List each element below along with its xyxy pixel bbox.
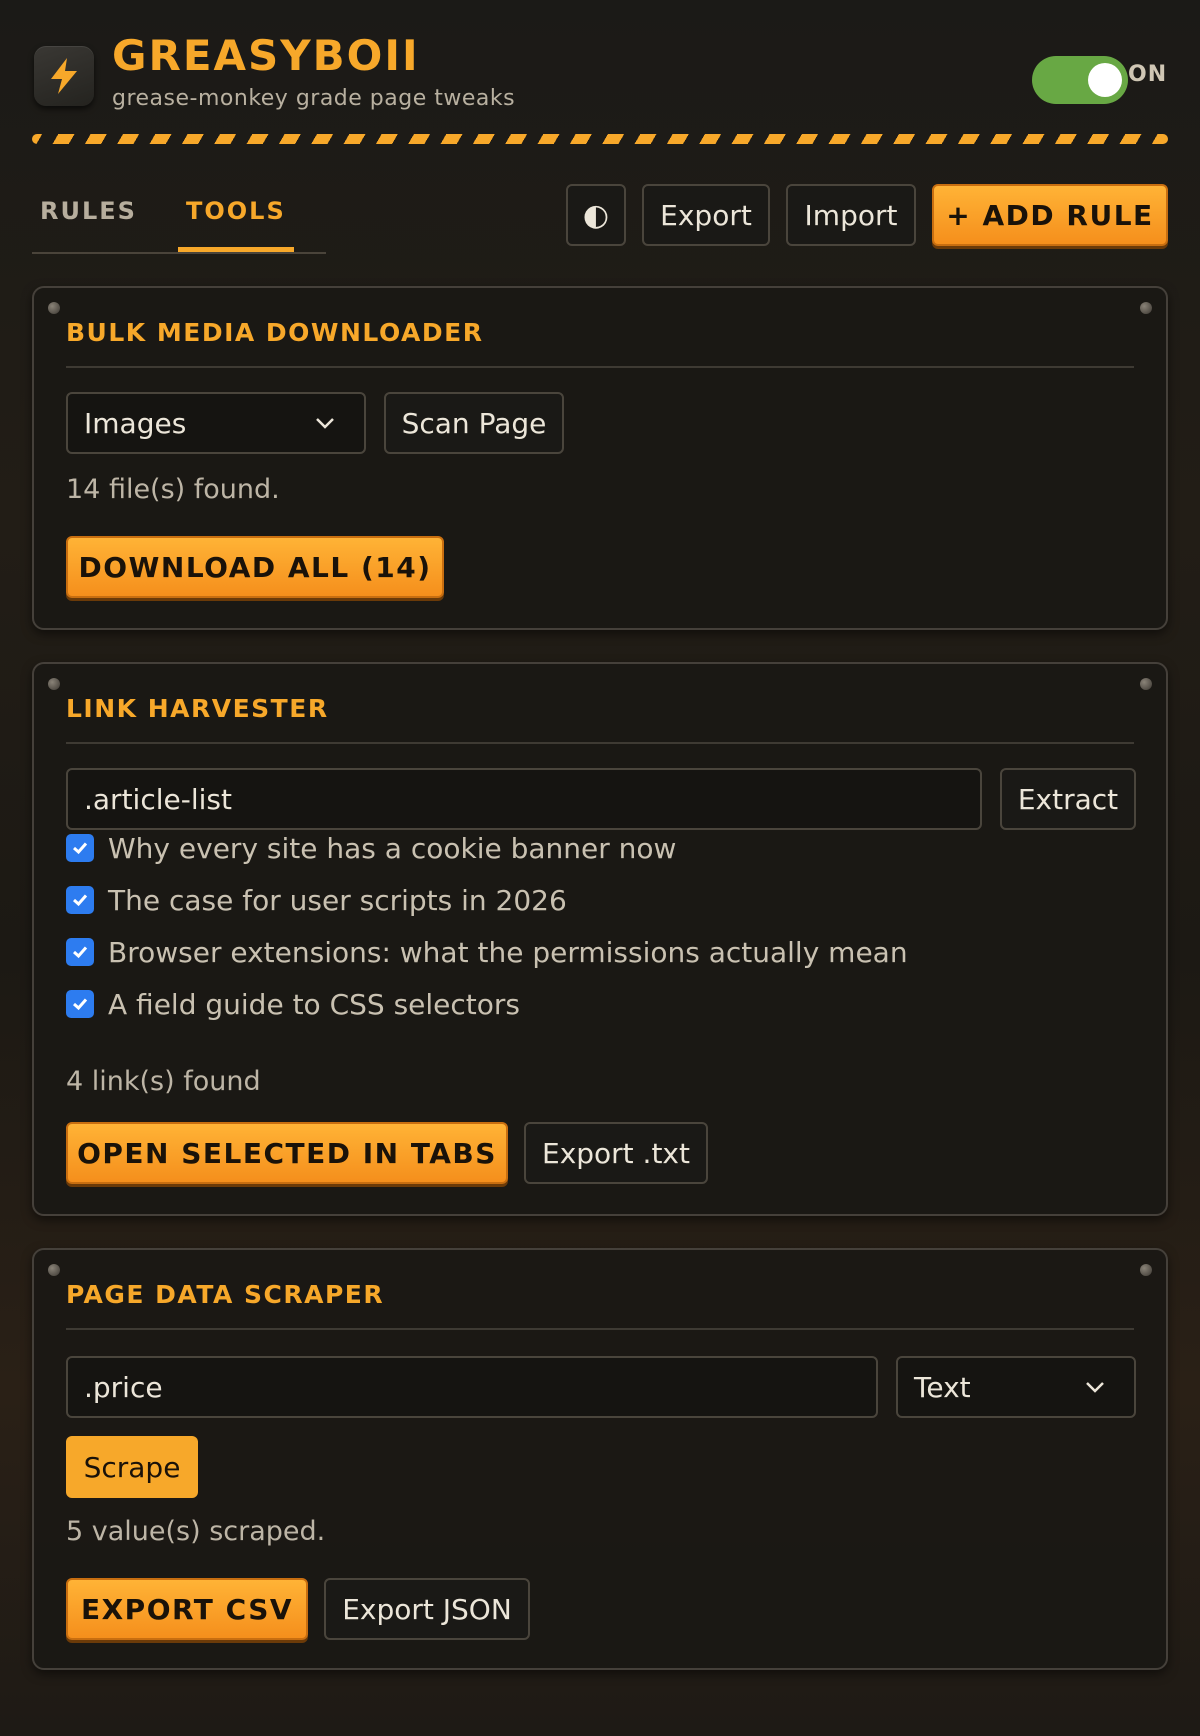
link-harvester-panel: LINK HARVESTER .article-list Extract Why…	[32, 662, 1168, 1216]
page-data-scraper-panel: PAGE DATA SCRAPER .price Text Scrape 5 v…	[32, 1248, 1168, 1670]
app-title: GREASYBOII	[112, 31, 420, 80]
download-all-button[interactable]: DOWNLOAD ALL (14)	[66, 536, 444, 598]
tab-tools[interactable]: TOOLS	[178, 194, 294, 252]
toggle-label: ON	[1128, 62, 1168, 87]
values-scraped-status: 5 value(s) scraped.	[66, 1516, 326, 1547]
scrape-mode-value: Text	[914, 1370, 971, 1404]
checkmark-icon	[73, 842, 88, 855]
rivet	[1140, 302, 1152, 314]
panel-title: LINK HARVESTER	[66, 694, 329, 723]
scan-page-button[interactable]: Scan Page	[384, 392, 564, 454]
link-item[interactable]: Browser extensions: what the permissions…	[66, 932, 908, 972]
link-label: Why every site has a cookie banner now	[108, 831, 677, 865]
media-type-value: Images	[84, 406, 187, 440]
link-item[interactable]: A field guide to CSS selectors	[66, 984, 520, 1024]
scrape-selector-input[interactable]: .price	[66, 1356, 878, 1418]
lightning-bolt-icon	[34, 46, 94, 106]
bulk-media-panel: BULK MEDIA DOWNLOADER Images Scan Page 1…	[32, 286, 1168, 630]
master-toggle[interactable]	[1032, 56, 1128, 104]
scrape-mode-select[interactable]: Text	[896, 1356, 1136, 1418]
panel-title: PAGE DATA SCRAPER	[66, 1280, 385, 1309]
rivet	[1140, 1264, 1152, 1276]
extract-button[interactable]: Extract	[1000, 768, 1136, 830]
app-header: GREASYBOII grease-monkey grade page twea…	[0, 0, 1200, 135]
selector-input[interactable]: .article-list	[66, 768, 982, 830]
add-rule-button[interactable]: + ADD RULE	[932, 184, 1168, 246]
scrape-selector-value: .price	[84, 1370, 163, 1404]
checkmark-icon	[73, 946, 88, 959]
export-txt-button[interactable]: Export .txt	[524, 1122, 708, 1184]
checkbox[interactable]	[66, 886, 94, 914]
hazard-stripe-divider	[32, 134, 1168, 144]
panel-divider	[66, 1328, 1134, 1330]
rivet	[48, 302, 60, 314]
panel-title: BULK MEDIA DOWNLOADER	[66, 318, 484, 347]
link-item[interactable]: The case for user scripts in 2026	[66, 880, 567, 920]
panel-divider	[66, 366, 1134, 368]
checkbox[interactable]	[66, 990, 94, 1018]
media-type-select[interactable]: Images	[66, 392, 366, 454]
link-item[interactable]: Why every site has a cookie banner now	[66, 828, 676, 868]
link-label: The case for user scripts in 2026	[108, 883, 567, 917]
checkbox[interactable]	[66, 834, 94, 862]
toggle-knob	[1088, 63, 1122, 97]
rivet	[1140, 678, 1152, 690]
chevron-down-icon	[1086, 1382, 1104, 1393]
link-label: A field guide to CSS selectors	[108, 987, 521, 1021]
app-subtitle: grease-monkey grade page tweaks	[112, 86, 516, 111]
open-selected-tabs-button[interactable]: OPEN SELECTED IN TABS	[66, 1122, 508, 1184]
theme-toggle-button[interactable]: ◐	[566, 184, 626, 246]
rivet	[48, 678, 60, 690]
tab-bar: RULES TOOLS	[32, 182, 326, 254]
checkmark-icon	[73, 894, 88, 907]
scrape-button[interactable]: Scrape	[66, 1436, 198, 1498]
export-json-button[interactable]: Export JSON	[324, 1578, 530, 1640]
contrast-icon: ◐	[582, 197, 610, 233]
checkbox[interactable]	[66, 938, 94, 966]
export-csv-button[interactable]: EXPORT CSV	[66, 1578, 308, 1640]
checkmark-icon	[73, 998, 88, 1011]
import-button[interactable]: Import	[786, 184, 916, 246]
panel-divider	[66, 742, 1134, 744]
files-found-status: 14 file(s) found.	[66, 474, 280, 505]
selector-value: .article-list	[84, 782, 232, 816]
tab-rules[interactable]: RULES	[32, 194, 145, 252]
export-button[interactable]: Export	[642, 184, 770, 246]
link-label: Browser extensions: what the permissions…	[108, 935, 908, 969]
rivet	[48, 1264, 60, 1276]
links-found-status: 4 link(s) found	[66, 1066, 261, 1097]
chevron-down-icon	[316, 418, 334, 429]
